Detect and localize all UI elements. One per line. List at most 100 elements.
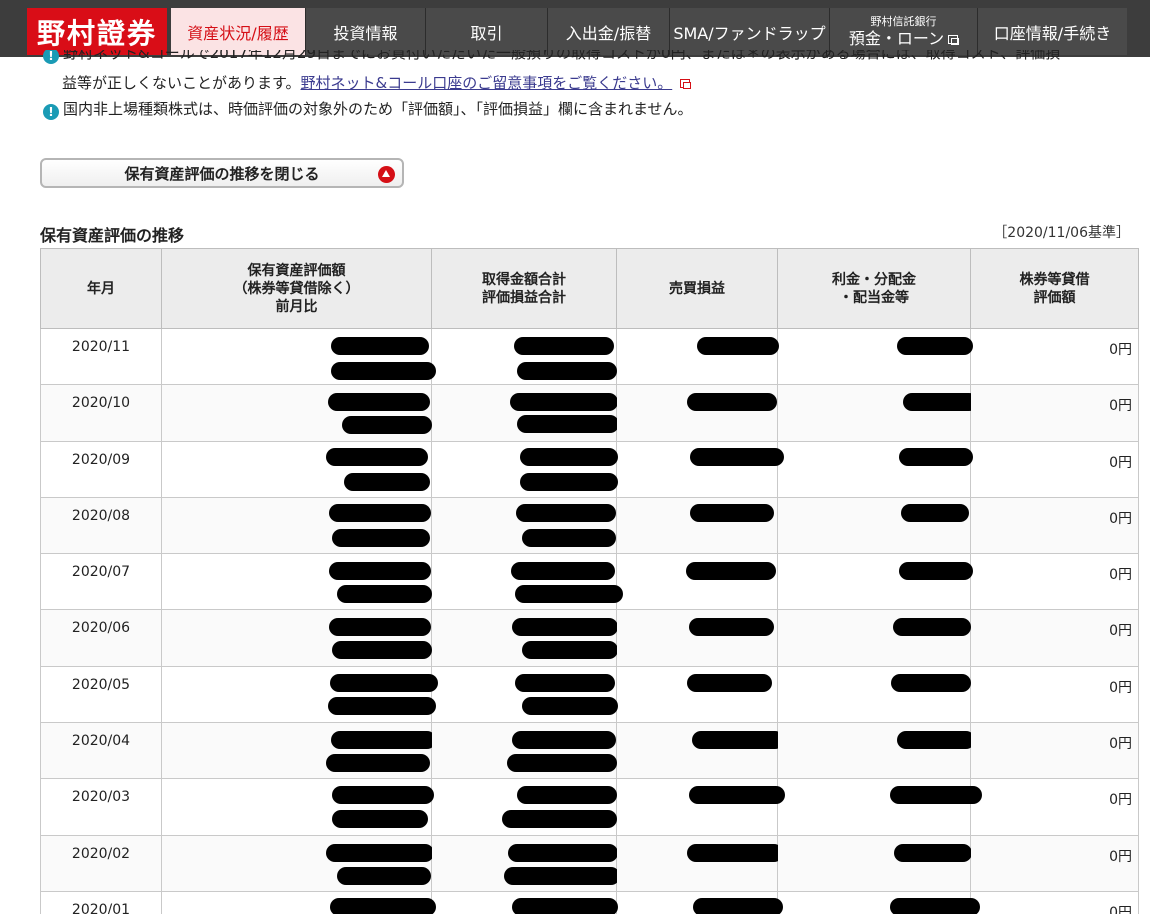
notice-cost-cont: 益等が正しくないことがあります。野村ネット&コール口座のご留意事項をご覧ください…: [62, 72, 692, 94]
tab-investment-info[interactable]: 投資情報: [305, 8, 425, 55]
cell-redacted: [777, 891, 980, 914]
redaction-bar: [332, 786, 434, 805]
redaction-bar: [687, 843, 783, 862]
valuation-history-table: 年月 保有資産評価額 （株券等貸借除く） 前月比 取得金額合計 評価損益合計 売…: [40, 248, 1139, 914]
cell-lending-value: 0円: [970, 553, 1139, 611]
redaction-bar: [687, 393, 777, 412]
cell-redacted: [431, 778, 617, 836]
cell-redacted: [616, 666, 778, 724]
cell-lending-value: 0円: [970, 891, 1139, 914]
cell-redacted: [616, 497, 778, 555]
redaction-bar: [515, 585, 623, 604]
redaction-bar: [897, 337, 973, 355]
redaction-bar: [329, 562, 431, 581]
tab-label: 預金・ローン: [848, 28, 945, 48]
tab-deposit-transfer[interactable]: 入出金/振替: [547, 8, 669, 55]
close-history-button[interactable]: 保有資産評価の推移を閉じる: [40, 158, 404, 188]
cell-month: 2020/05: [40, 666, 162, 724]
redaction-bar: [692, 731, 784, 750]
cell-month: 2020/03: [40, 778, 162, 836]
redaction-bar: [517, 415, 619, 434]
redaction-bar: [522, 641, 618, 660]
redaction-bar: [330, 673, 438, 692]
cell-redacted: [161, 722, 436, 780]
redaction-bar: [890, 897, 980, 914]
tab-sma-fundwrap[interactable]: SMA/ファンドラップ: [669, 8, 829, 55]
table-row[interactable]: 2020/04 0円: [40, 722, 1139, 780]
redaction-bar: [894, 843, 972, 862]
cell-redacted: [777, 778, 982, 836]
cell-redacted: [431, 497, 617, 555]
redaction-bar: [332, 810, 428, 829]
notice-text: 野村ネット&コールで2017年12月29日までにお買付いただいた一般預りの取得コ…: [63, 50, 1061, 62]
redaction-bar: [337, 866, 431, 885]
notice-cost: ! 野村ネット&コールで2017年12月29日までにお買付いただいた一般預りの取得…: [43, 50, 1133, 64]
cell-redacted: [777, 553, 973, 611]
tab-label: 入出金/振替: [565, 23, 652, 43]
notice-text: 益等が正しくないことがあります。: [62, 74, 301, 92]
redaction-bar: [522, 696, 618, 715]
cell-redacted: [161, 384, 432, 442]
table-row[interactable]: 2020/03 0円: [40, 778, 1139, 836]
col-header-realized: 売買損益: [616, 248, 778, 329]
redaction-bar: [520, 472, 618, 491]
notice-text: 国内非上場種類株式は、時価評価の対象外のため「評価額」、「評価損益」欄に含まれま…: [63, 100, 693, 118]
redaction-bar: [890, 786, 982, 805]
table-row[interactable]: 2020/10 0円: [40, 384, 1139, 442]
nav-tabs: 資産状況/履歴 投資情報 取引 入出金/振替 SMA/ファンドラップ 野村信託銀…: [171, 8, 1127, 55]
redaction-bar: [508, 843, 618, 862]
tab-label: 口座情報/手続き: [993, 23, 1112, 43]
table-row[interactable]: 2020/07 0円: [40, 553, 1139, 611]
redaction-bar: [331, 731, 436, 750]
cell-redacted: [431, 441, 618, 498]
tab-deposit-loan[interactable]: 野村信託銀行 預金・ローン: [829, 8, 977, 55]
tab-trade[interactable]: 取引: [425, 8, 547, 55]
redaction-bar: [331, 337, 429, 355]
redaction-bar: [901, 503, 969, 522]
redaction-bar: [693, 897, 783, 914]
redaction-bar: [686, 562, 776, 581]
table-row[interactable]: 2020/11 0円: [40, 328, 1139, 386]
cell-month: 2020/01: [40, 891, 162, 914]
table-row[interactable]: 2020/08 0円: [40, 497, 1139, 555]
redaction-bar: [332, 641, 432, 660]
nomura-logo[interactable]: 野村證券: [27, 8, 167, 55]
cell-redacted: [431, 722, 617, 780]
col-header-cost: 取得金額合計 評価損益合計: [431, 248, 617, 329]
cell-redacted: [616, 553, 778, 611]
cell-redacted: [777, 666, 971, 724]
col-header-valuation: 保有資産評価額 （株券等貸借除く） 前月比: [161, 248, 432, 329]
as-of-date: ［2020/11/06基準］: [993, 225, 1130, 241]
redaction-bar: [344, 472, 430, 491]
cell-redacted: [161, 328, 436, 386]
redaction-bar: [329, 503, 431, 522]
cell-redacted: [431, 891, 618, 914]
col-header-dividend: 利金・分配金 ・配当金等: [777, 248, 971, 329]
redaction-bar: [511, 562, 615, 581]
table-row[interactable]: 2020/02 0円: [40, 835, 1139, 892]
redaction-bar: [899, 562, 973, 581]
button-label: 保有資産評価の推移を閉じる: [124, 164, 320, 183]
tab-label: 投資情報: [333, 23, 398, 43]
table-row[interactable]: 2020/06 0円: [40, 609, 1139, 667]
redaction-bar: [515, 673, 615, 692]
tab-account-info[interactable]: 口座情報/手続き: [977, 8, 1127, 55]
redaction-bar: [903, 393, 978, 412]
tab-label: SMA/ファンドラップ: [673, 23, 826, 43]
table-row[interactable]: 2020/01 0円: [40, 891, 1139, 914]
account-notes-link[interactable]: 野村ネット&コール口座のご留意事項をご覧ください。: [301, 74, 673, 92]
section-title: 保有資産評価の推移: [40, 226, 185, 245]
redaction-bar: [330, 897, 436, 914]
cell-redacted: [161, 778, 434, 836]
cell-redacted: [431, 553, 623, 611]
tab-assets-history[interactable]: 資産状況/履歴: [171, 8, 305, 55]
redaction-bar: [687, 673, 772, 692]
redaction-bar: [510, 393, 618, 412]
cell-redacted: [431, 328, 617, 386]
table-row[interactable]: 2020/09 0円: [40, 441, 1139, 498]
cell-lending-value: 0円: [970, 328, 1139, 386]
cell-redacted: [161, 891, 436, 914]
table-row[interactable]: 2020/05 0円: [40, 666, 1139, 724]
redaction-bar: [328, 393, 430, 412]
cell-month: 2020/02: [40, 835, 162, 892]
